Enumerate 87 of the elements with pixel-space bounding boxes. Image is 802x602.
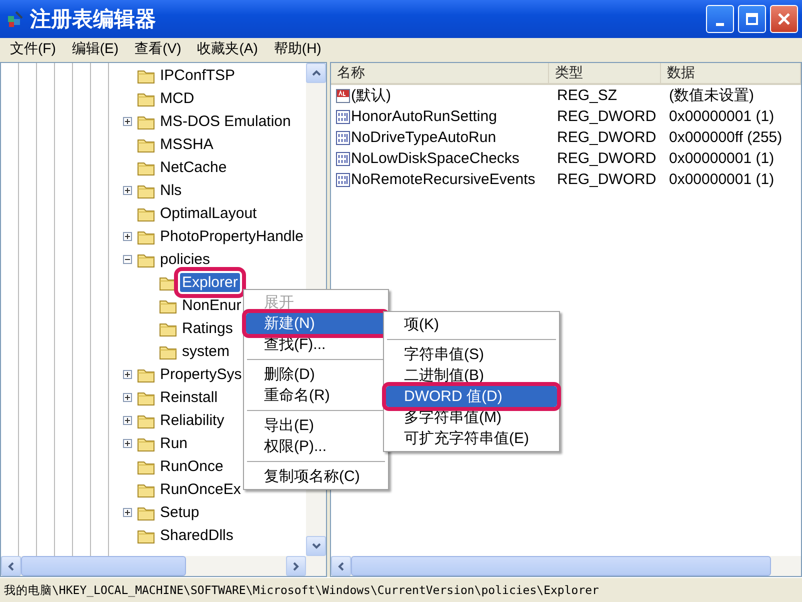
expand-icon[interactable]	[123, 393, 132, 402]
column-header[interactable]: 名称	[331, 63, 549, 83]
tree-item[interactable]: Reliability	[158, 411, 226, 430]
menu-item[interactable]: 查看(V)	[130, 40, 194, 58]
menu-item[interactable]: 可扩充字符串值(E)	[386, 428, 557, 449]
menu-item[interactable]: 编辑(E)	[68, 40, 131, 58]
registry-icon	[6, 10, 24, 28]
value-type: REG_DWORD	[556, 150, 658, 167]
expand-icon[interactable]	[123, 439, 132, 448]
value-data: 0x000000ff (255)	[668, 129, 784, 146]
close-button[interactable]	[770, 5, 798, 33]
tree-item[interactable]: OptimalLayout	[158, 204, 259, 223]
binary-value-icon	[336, 110, 350, 124]
tree-item[interactable]: Explorer	[180, 273, 240, 292]
caret-left-icon[interactable]	[338, 562, 344, 570]
menu-item[interactable]: 查找(F)...	[246, 334, 386, 355]
menu-item[interactable]: 权限(P)...	[246, 436, 386, 457]
tree-item[interactable]: NetCache	[158, 158, 229, 177]
menu-item[interactable]: 复制项名称(C)	[246, 466, 386, 487]
menu-item[interactable]: 导出(E)	[246, 415, 386, 436]
value-data: 0x00000001 (1)	[668, 108, 776, 125]
menu-item[interactable]: 字符串值(S)	[386, 344, 557, 365]
menu-item[interactable]: 帮助(H)	[270, 40, 334, 58]
value-data: 0x00000001 (1)	[668, 171, 776, 188]
tree-item[interactable]: policies	[158, 250, 212, 269]
minimize-icon	[716, 22, 724, 26]
menu-item[interactable]: 多字符串值(M)	[386, 407, 557, 428]
tree-item[interactable]: RunOnce	[158, 457, 226, 476]
menu-item[interactable]: 删除(D)	[246, 364, 386, 385]
menu-item[interactable]: 项(K)	[386, 314, 557, 335]
caret-up-icon[interactable]	[312, 70, 320, 76]
expand-icon[interactable]	[123, 232, 132, 241]
binary-value-icon	[336, 172, 350, 186]
menu-item[interactable]: DWORD 值(D)	[386, 386, 557, 407]
tree-item[interactable]: PhotoPropertyHandle	[158, 227, 306, 246]
maximize-button[interactable]	[738, 5, 766, 33]
value-name[interactable]: HonorAutoRunSetting	[351, 108, 497, 125]
status-bar: 我的电脑\HKEY_LOCAL_MACHINE\SOFTWARE\Microsoft\Windows\CurrentVersion\policies\Explorer	[0, 577, 802, 602]
value-name[interactable]: NoRemoteRecursiveEvents	[351, 171, 536, 188]
value-name[interactable]: NoDriveTypeAutoRun	[351, 129, 496, 146]
tree-item[interactable]: NonEnur	[180, 296, 244, 315]
value-name[interactable]: NoLowDiskSpaceChecks	[351, 150, 520, 167]
menu-item[interactable]: 文件(F)	[6, 40, 68, 58]
tree-item[interactable]: Ratings	[180, 319, 235, 338]
expand-icon[interactable]	[123, 186, 132, 195]
close-icon	[777, 12, 791, 26]
tree-item[interactable]: Run	[158, 434, 190, 453]
tree-item[interactable]: IPConfTSP	[158, 66, 238, 85]
tree-item[interactable]: MSSHA	[158, 135, 216, 154]
expand-icon[interactable]	[123, 508, 132, 517]
string-value-icon	[336, 88, 350, 102]
horizontal-scrollbar[interactable]	[331, 556, 801, 576]
tree-item[interactable]: Reinstall	[158, 388, 220, 407]
value-type: REG_DWORD	[556, 129, 658, 146]
expand-icon[interactable]	[123, 117, 132, 126]
window-title: 注册表编辑器	[30, 6, 157, 33]
horizontal-scrollbar[interactable]	[1, 556, 326, 576]
menu-item[interactable]: 收藏夹(A)	[193, 40, 270, 58]
value-type: REG_DWORD	[556, 108, 658, 125]
tree-item[interactable]: MS-DOS Emulation	[158, 112, 293, 131]
tree-item[interactable]: Setup	[158, 503, 202, 522]
value-data: 0x00000001 (1)	[668, 150, 776, 167]
menu-item[interactable]: 重命名(R)	[246, 385, 386, 406]
tree-item[interactable]: MCD	[158, 89, 196, 108]
column-header[interactable]: 数据	[661, 63, 801, 83]
value-type: REG_DWORD	[556, 171, 658, 188]
tree-item[interactable]: Nls	[158, 181, 184, 200]
tree-item[interactable]: RunOnceEx	[158, 480, 243, 499]
binary-value-icon	[336, 152, 350, 166]
tree-item[interactable]: SharedDlls	[158, 526, 236, 545]
expand-icon[interactable]	[123, 416, 132, 425]
tree-item[interactable]: PropertySys	[158, 365, 244, 384]
binary-value-icon	[336, 130, 350, 144]
value-data: (数值未设置)	[668, 86, 755, 105]
maximize-icon	[745, 12, 759, 26]
value-name[interactable]: (默认)	[351, 86, 391, 105]
menu-item[interactable]: 新建(N)	[246, 313, 386, 334]
column-header[interactable]: 类型	[549, 63, 661, 83]
minimize-button[interactable]	[706, 5, 734, 33]
caret-right-icon[interactable]	[293, 562, 299, 570]
caret-down-icon[interactable]	[312, 543, 320, 549]
collapse-icon[interactable]	[123, 255, 132, 264]
tree-item[interactable]: system	[180, 342, 232, 361]
menu-item[interactable]: 二进制值(B)	[386, 365, 557, 386]
value-type: REG_SZ	[556, 87, 618, 104]
caret-left-icon[interactable]	[8, 562, 14, 570]
expand-icon[interactable]	[123, 370, 132, 379]
